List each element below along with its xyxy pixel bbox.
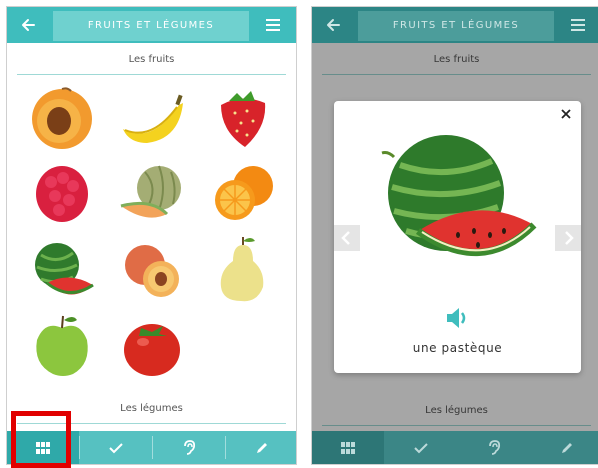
speaker-icon[interactable] (445, 306, 471, 330)
section-title-fruits: Les fruits (128, 54, 175, 65)
app-bar: FRUITS ET LÉGUMES (7, 7, 296, 43)
pencil-icon (257, 442, 267, 453)
tab-check[interactable] (385, 431, 457, 464)
phone-screen-flashcard: FRUITS ET LÉGUMES Les fruits Les légumes (311, 6, 598, 465)
fruit-card-pear[interactable] (207, 235, 277, 305)
flashcard-word: une pastèque (412, 341, 503, 355)
fruit-card-orange[interactable] (207, 158, 277, 228)
fruit-card-apricot[interactable] (27, 83, 97, 153)
highlight-box (11, 411, 71, 468)
chevron-left-icon (341, 231, 350, 245)
fruit-card-raspberry[interactable] (27, 158, 97, 228)
back-button[interactable] (312, 7, 358, 43)
screenshot-root: FRUITS ET LÉGUMES Les fruits Les légumes… (0, 0, 598, 468)
pencil-icon (562, 442, 572, 453)
fruit-card-tomato[interactable] (117, 312, 187, 382)
phone-screen-grid: FRUITS ET LÉGUMES Les fruits Les légumes (6, 6, 297, 465)
section-divider (17, 74, 286, 75)
fruit-card-melon[interactable] (117, 158, 187, 228)
check-icon (109, 442, 123, 453)
arrow-left-icon (327, 19, 340, 31)
tab-listen[interactable] (458, 431, 530, 464)
tab-check[interactable] (80, 431, 152, 464)
flashcard-modal: une pastèque (334, 101, 581, 373)
back-button[interactable] (7, 7, 53, 43)
tab-write[interactable] (531, 431, 598, 464)
app-bar: FRUITS ET LÉGUMES (312, 7, 598, 43)
page-title: FRUITS ET LÉGUMES (53, 11, 249, 41)
next-button[interactable] (555, 225, 581, 251)
menu-icon (571, 19, 585, 31)
tab-write[interactable] (226, 431, 296, 464)
chevron-right-icon (565, 231, 574, 245)
fruit-card-watermelon[interactable] (27, 235, 97, 305)
ear-icon (184, 439, 196, 455)
close-button[interactable] (557, 105, 575, 123)
ear-icon (489, 439, 501, 455)
fruit-card-apple[interactable] (27, 312, 97, 382)
fruit-grid (17, 80, 287, 400)
tab-grid[interactable] (312, 431, 384, 464)
close-icon (561, 109, 571, 119)
fruit-card-banana[interactable] (117, 83, 187, 153)
menu-icon (266, 19, 280, 31)
previous-button[interactable] (334, 225, 360, 251)
grid-icon (341, 441, 355, 454)
page-title: FRUITS ET LÉGUMES (358, 11, 554, 41)
bottom-tab-bar (312, 431, 598, 464)
fruit-card-peach[interactable] (117, 235, 187, 305)
menu-button[interactable] (250, 7, 296, 43)
fruit-card-strawberry[interactable] (207, 83, 277, 153)
tab-listen[interactable] (153, 431, 225, 464)
check-icon (414, 442, 428, 453)
watermelon-image (381, 135, 537, 256)
menu-button[interactable] (555, 7, 598, 43)
arrow-left-icon (22, 19, 35, 31)
